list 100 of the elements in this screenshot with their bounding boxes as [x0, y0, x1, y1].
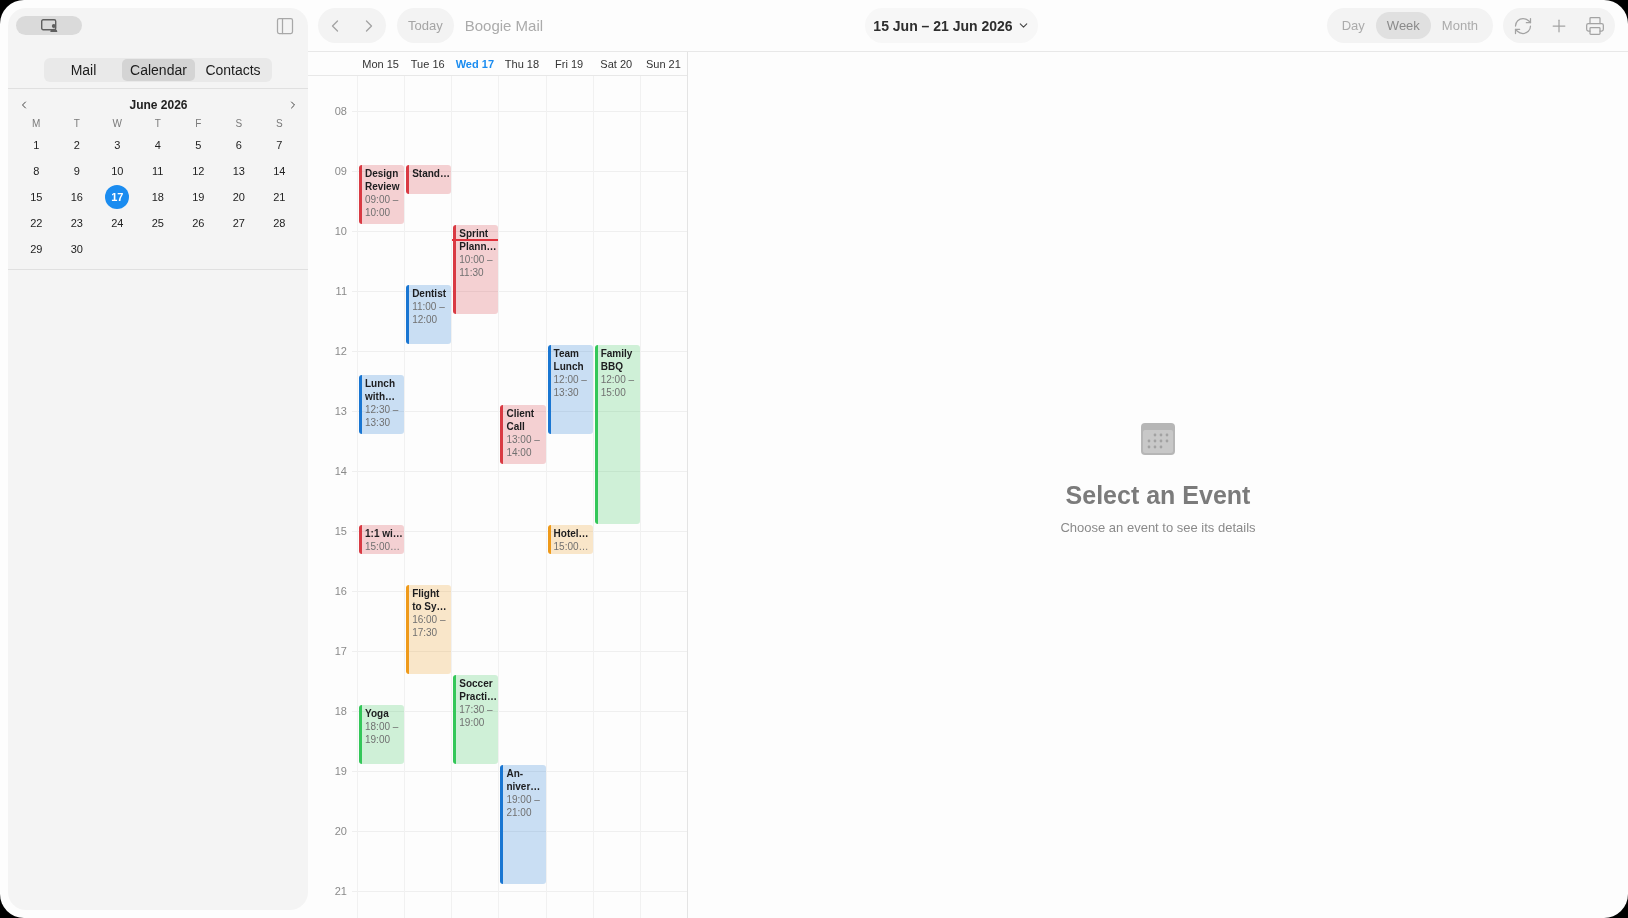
event-block[interactable]: 1:1 wi… 15:00…: [359, 525, 405, 554]
event-time: 12:30 – 13:30: [365, 403, 400, 429]
event-block[interactable]: Family BBQ 12:00 – 15:00: [594, 345, 640, 524]
event-block[interactable]: An-niver… 19:00 – 21:00: [500, 765, 546, 884]
event-block[interactable]: Dentist 11:00 – 12:00: [406, 285, 452, 344]
hour-label: 16: [334, 585, 347, 597]
event-time: 15:00…: [365, 540, 402, 553]
event-title: Soccer Practi…: [459, 677, 499, 703]
calendar-day[interactable]: 5: [186, 133, 211, 157]
weekday-label: M: [32, 117, 41, 129]
event-block[interactable]: Team Lunch 12:00 – 13:30: [547, 345, 593, 434]
calendar-day[interactable]: 8: [24, 159, 49, 183]
app-tab[interactable]: Contacts: [195, 59, 271, 81]
calendar-day[interactable]: 10: [105, 159, 130, 183]
calendar-day[interactable]: 11: [145, 159, 170, 183]
event-block[interactable]: Sprint Plann… 10:00 – 11:30: [453, 225, 499, 314]
event-block[interactable]: Stand…: [406, 165, 452, 195]
hour-label: 15: [334, 525, 347, 537]
calendar-day[interactable]: 22: [24, 211, 49, 235]
hour-label: 17: [334, 645, 347, 657]
hour-label: 14: [334, 465, 347, 477]
calendar-day[interactable]: 3: [105, 133, 130, 157]
event-time: 15:00…: [553, 540, 590, 553]
event-title: Design Review: [365, 167, 401, 193]
event-time: 16:00 – 17:30: [412, 613, 447, 639]
event-block[interactable]: Client Call 13:00 – 14:00: [500, 405, 546, 464]
event-block[interactable]: Hotel… 15:00…: [547, 525, 593, 554]
event-block[interactable]: Design Review 09:00 – 10:00: [359, 165, 405, 224]
hour-label: 21: [334, 885, 347, 897]
app-tab[interactable]: Calendar: [122, 59, 195, 81]
event-title: Dentist: [412, 287, 448, 300]
date-range-button[interactable]: 15 Jun – 21 Jun 2026: [865, 8, 1038, 43]
app-tab[interactable]: Mail: [45, 59, 122, 81]
weekday-label: T: [154, 117, 161, 129]
event-title: An-niver…: [506, 767, 542, 793]
calendar-icon: [1141, 423, 1175, 455]
sidebar-toggle-icon[interactable]: [275, 15, 295, 36]
event-block[interactable]: Flight to Sy… 16:00 – 17:30: [406, 585, 452, 674]
event-block[interactable]: Yoga 18:00 – 19:00: [359, 705, 405, 764]
weekday-label: T: [73, 117, 80, 129]
calendar-day[interactable]: 14: [267, 159, 292, 183]
calendar-day[interactable]: 21: [267, 185, 292, 209]
day-header: Mon 15: [362, 57, 399, 70]
event-time: 19:00 – 21:00: [506, 793, 541, 819]
hour-label: 09: [334, 165, 347, 177]
event-title: 1:1 wi…: [365, 527, 404, 540]
day-header: Thu 18: [504, 57, 540, 70]
event-time: 09:00 – 10:00: [365, 193, 400, 219]
day-header: Tue 16: [410, 57, 445, 70]
calendar-day[interactable]: 7: [267, 133, 292, 157]
calendar-day[interactable]: 4: [145, 133, 170, 157]
weekday-label: S: [275, 117, 283, 129]
event-time: 12:00 – 13:30: [553, 373, 588, 399]
printer-icon: [1585, 15, 1605, 36]
calendar-day[interactable]: 23: [64, 211, 89, 235]
calendar-day[interactable]: 20: [226, 185, 251, 209]
calendar-day[interactable]: 12: [186, 159, 211, 183]
event-time: 17:30 – 19:00: [459, 703, 494, 729]
calendar-day[interactable]: 28: [267, 211, 292, 235]
event-title: Family BBQ: [600, 347, 634, 373]
hour-label: 20: [334, 825, 347, 837]
calendar-day[interactable]: 13: [226, 159, 251, 183]
calendar-day[interactable]: 15: [24, 185, 49, 209]
calendar-day[interactable]: 18: [145, 185, 170, 209]
event-title: Flight to Sy…: [412, 587, 448, 613]
calendar-day[interactable]: 27: [226, 211, 251, 235]
calendar-day[interactable]: 9: [64, 159, 89, 183]
event-time: 18:00 – 19:00: [365, 720, 400, 746]
calendar-day[interactable]: 24: [105, 211, 130, 235]
day-header: Fri 19: [555, 57, 584, 70]
person-card-icon: [40, 19, 58, 32]
event-block[interactable]: Soccer Practi… 17:30 – 19:00: [453, 675, 499, 764]
event-time: 10:00 – 11:30: [459, 253, 494, 279]
event-time: 13:00 – 14:00: [506, 433, 541, 459]
account-button[interactable]: [16, 16, 82, 35]
hour-label: 12: [334, 345, 347, 357]
hour-label: 08: [334, 105, 347, 117]
calendar-day[interactable]: 19: [186, 185, 211, 209]
weekday-label: W: [112, 117, 122, 129]
month-title: June 2026: [129, 98, 188, 112]
hour-label: 11: [335, 285, 347, 297]
day-header: Sun 21: [645, 57, 681, 70]
calendar-day[interactable]: 29: [24, 237, 49, 261]
calendar-day[interactable]: 6: [226, 133, 251, 157]
day-header: Sat 20: [600, 57, 633, 70]
calendar-day[interactable]: 16: [64, 185, 89, 209]
calendar-day[interactable]: 30: [64, 237, 89, 261]
empty-state-title: Select an Event: [1065, 481, 1251, 510]
hour-label: 13: [334, 405, 347, 417]
calendar-day[interactable]: 2: [64, 133, 89, 157]
calendar-day[interactable]: 1: [24, 133, 49, 157]
event-title: Lunch with…: [365, 377, 396, 403]
app-title: Boogie Mail: [464, 17, 544, 34]
hour-label: 19: [334, 765, 347, 777]
weekday-label: S: [235, 117, 243, 129]
refresh-icon: [1513, 15, 1533, 36]
event-block[interactable]: Lunch with… 12:30 – 13:30: [359, 375, 405, 434]
event-title: Hotel…: [553, 527, 590, 540]
calendar-day[interactable]: 26: [186, 211, 211, 235]
calendar-day[interactable]: 25: [145, 211, 170, 235]
